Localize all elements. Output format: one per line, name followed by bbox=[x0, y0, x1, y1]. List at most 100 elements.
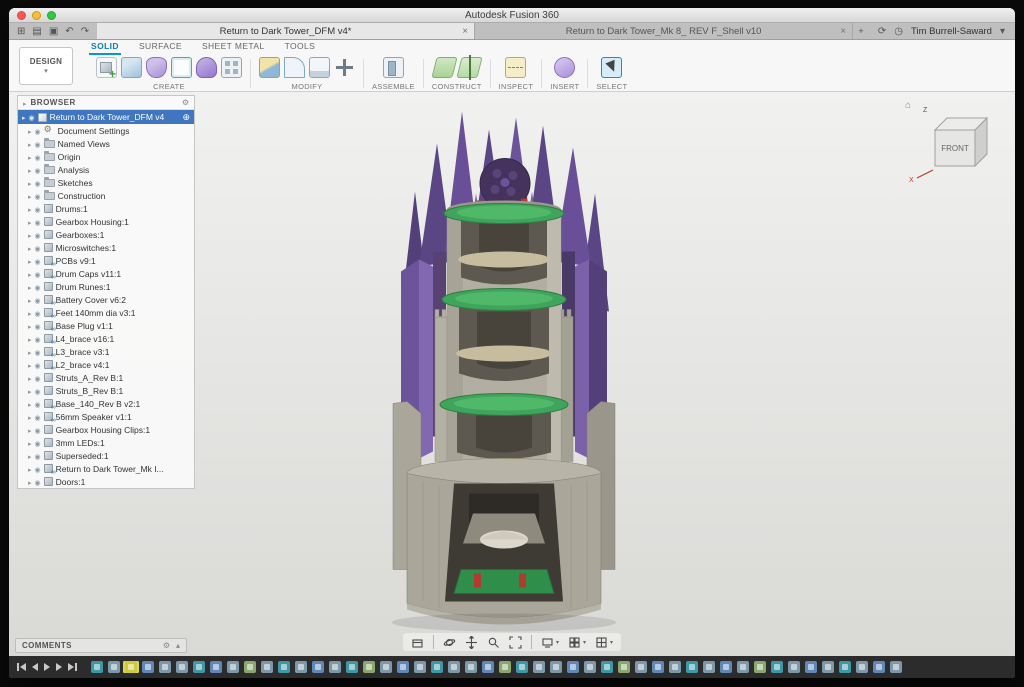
ribbon-tab[interactable]: TOOLS bbox=[283, 41, 318, 55]
browser-item[interactable]: PCBs v9:1 bbox=[18, 254, 194, 267]
circle-plus-icon[interactable]: ⊕ bbox=[182, 112, 190, 123]
timeline-feature-icon[interactable] bbox=[261, 661, 273, 673]
close-tab-icon[interactable]: × bbox=[462, 26, 468, 37]
visibility-eye-icon[interactable] bbox=[35, 451, 41, 461]
timeline-feature-icon[interactable] bbox=[703, 661, 715, 673]
browser-item[interactable]: Drum Runes:1 bbox=[18, 280, 194, 293]
visibility-eye-icon[interactable] bbox=[35, 334, 41, 344]
disclosure-icon[interactable] bbox=[28, 464, 32, 474]
visibility-eye-icon[interactable] bbox=[35, 308, 41, 318]
disclosure-icon[interactable] bbox=[28, 243, 32, 253]
timeline-feature-icon[interactable] bbox=[601, 661, 613, 673]
timeline-feature-icon[interactable] bbox=[737, 661, 749, 673]
timeline-feature-icon[interactable] bbox=[822, 661, 834, 673]
visibility-eye-icon[interactable] bbox=[35, 217, 41, 227]
timeline-feature-icon[interactable] bbox=[533, 661, 545, 673]
document-tab-active[interactable]: Return to Dark Tower_DFM v4* × bbox=[97, 23, 475, 39]
browser-root-item[interactable]: Return to Dark Tower_DFM v4 ⊕ bbox=[18, 110, 194, 124]
visibility-eye-icon[interactable] bbox=[35, 360, 41, 370]
step-forward-button[interactable] bbox=[56, 663, 62, 671]
timeline-feature-icon[interactable] bbox=[839, 661, 851, 673]
visibility-eye-icon[interactable] bbox=[35, 178, 41, 188]
timeline-feature-icon[interactable] bbox=[856, 661, 868, 673]
visibility-eye-icon[interactable] bbox=[35, 282, 41, 292]
browser-item[interactable]: Base_140_Rev B v2:1 bbox=[18, 397, 194, 410]
ribbon-tab[interactable]: SOLID bbox=[89, 41, 121, 55]
timeline-feature-icon[interactable] bbox=[652, 661, 664, 673]
move-icon[interactable] bbox=[334, 57, 355, 78]
browser-item[interactable]: Struts_A_Rev B:1 bbox=[18, 371, 194, 384]
timeline-feature-icon[interactable] bbox=[346, 661, 358, 673]
group-label[interactable]: CREATE bbox=[153, 82, 185, 91]
group-label[interactable]: ASSEMBLE bbox=[372, 82, 415, 91]
timeline-feature-icon[interactable] bbox=[873, 661, 885, 673]
timeline-feature-icon[interactable] bbox=[550, 661, 562, 673]
browser-item[interactable]: Return to Dark Tower_Mk I... bbox=[18, 462, 194, 475]
browser-item[interactable]: Base Plug v1:1 bbox=[18, 319, 194, 332]
workspace-selector[interactable]: DESIGN ▾ bbox=[19, 47, 73, 85]
visibility-eye-icon[interactable] bbox=[35, 295, 41, 305]
visibility-eye-icon[interactable] bbox=[35, 256, 41, 266]
collapse-browser-icon[interactable] bbox=[23, 98, 27, 108]
go-to-start-button[interactable] bbox=[17, 663, 26, 671]
browser-item[interactable]: Gearbox Housing Clips:1 bbox=[18, 423, 194, 436]
timeline-feature-icon[interactable] bbox=[669, 661, 681, 673]
browser-item[interactable]: Struts_B_Rev B:1 bbox=[18, 384, 194, 397]
timeline-feature-icon[interactable] bbox=[448, 661, 460, 673]
browser-item[interactable]: L2_brace v4:1 bbox=[18, 358, 194, 371]
timeline-feature-icon[interactable] bbox=[720, 661, 732, 673]
timeline-feature-icon[interactable] bbox=[499, 661, 511, 673]
timeline-feature-icon[interactable] bbox=[788, 661, 800, 673]
redo-icon[interactable]: ↷ bbox=[81, 26, 89, 37]
browser-item[interactable]: Superseded:1 bbox=[18, 449, 194, 462]
browser-item[interactable]: Construction bbox=[18, 189, 194, 202]
timeline-feature-icon[interactable] bbox=[193, 661, 205, 673]
visibility-eye-icon[interactable] bbox=[35, 191, 41, 201]
shell-icon[interactable] bbox=[309, 57, 330, 78]
zoom-icon[interactable] bbox=[487, 636, 500, 649]
timeline-feature-icon[interactable] bbox=[91, 661, 103, 673]
timeline-feature-icon[interactable] bbox=[363, 661, 375, 673]
group-label[interactable]: INSERT bbox=[550, 82, 579, 91]
disclosure-icon[interactable] bbox=[28, 165, 32, 175]
timeline-feature-icon[interactable] bbox=[210, 661, 222, 673]
create-sketch-icon[interactable] bbox=[171, 57, 192, 78]
gear-icon[interactable]: ⚙ bbox=[163, 641, 170, 650]
step-back-button[interactable] bbox=[32, 663, 38, 671]
browser-item[interactable]: 56mm Speaker v1:1 bbox=[18, 410, 194, 423]
grid-settings-icon[interactable]: ▾ bbox=[568, 636, 586, 649]
timeline-feature-icon[interactable] bbox=[108, 661, 120, 673]
visibility-eye-icon[interactable] bbox=[35, 165, 41, 175]
construction-axis-icon[interactable] bbox=[456, 57, 482, 78]
disclosure-icon[interactable] bbox=[28, 438, 32, 448]
timeline-feature-icon[interactable] bbox=[159, 661, 171, 673]
timeline-feature-icon[interactable] bbox=[380, 661, 392, 673]
browser-item[interactable]: L4_brace v16:1 bbox=[18, 332, 194, 345]
disclosure-icon[interactable] bbox=[28, 295, 32, 305]
disclosure-icon[interactable] bbox=[28, 126, 32, 136]
play-button[interactable] bbox=[44, 663, 50, 671]
visibility-eye-icon[interactable] bbox=[35, 139, 41, 149]
timeline-feature-icon[interactable] bbox=[414, 661, 426, 673]
create-cylinder-icon[interactable] bbox=[146, 57, 167, 78]
timeline-feature-icon[interactable] bbox=[142, 661, 154, 673]
browser-item[interactable]: Named Views bbox=[18, 137, 194, 150]
visibility-eye-icon[interactable] bbox=[29, 112, 35, 122]
disclosure-icon[interactable] bbox=[22, 112, 26, 122]
new-tab-button[interactable]: + bbox=[853, 23, 869, 39]
timeline-feature-icon[interactable] bbox=[125, 661, 137, 673]
visibility-eye-icon[interactable] bbox=[35, 412, 41, 422]
undo-icon[interactable]: ↶ bbox=[65, 26, 73, 37]
visibility-eye-icon[interactable] bbox=[35, 386, 41, 396]
visibility-eye-icon[interactable] bbox=[35, 438, 41, 448]
fillet-icon[interactable] bbox=[284, 57, 305, 78]
browser-settings-gear-icon[interactable]: ⚙ bbox=[182, 98, 189, 107]
timeline-feature-icon[interactable] bbox=[176, 661, 188, 673]
browser-item[interactable]: Sketches bbox=[18, 176, 194, 189]
save-icon[interactable]: ▣ bbox=[49, 26, 58, 37]
visibility-eye-icon[interactable] bbox=[35, 321, 41, 331]
fit-icon[interactable] bbox=[509, 636, 522, 649]
browser-item[interactable]: L3_brace v3:1 bbox=[18, 345, 194, 358]
disclosure-icon[interactable] bbox=[28, 152, 32, 162]
browser-item[interactable]: Battery Cover v6:2 bbox=[18, 293, 194, 306]
